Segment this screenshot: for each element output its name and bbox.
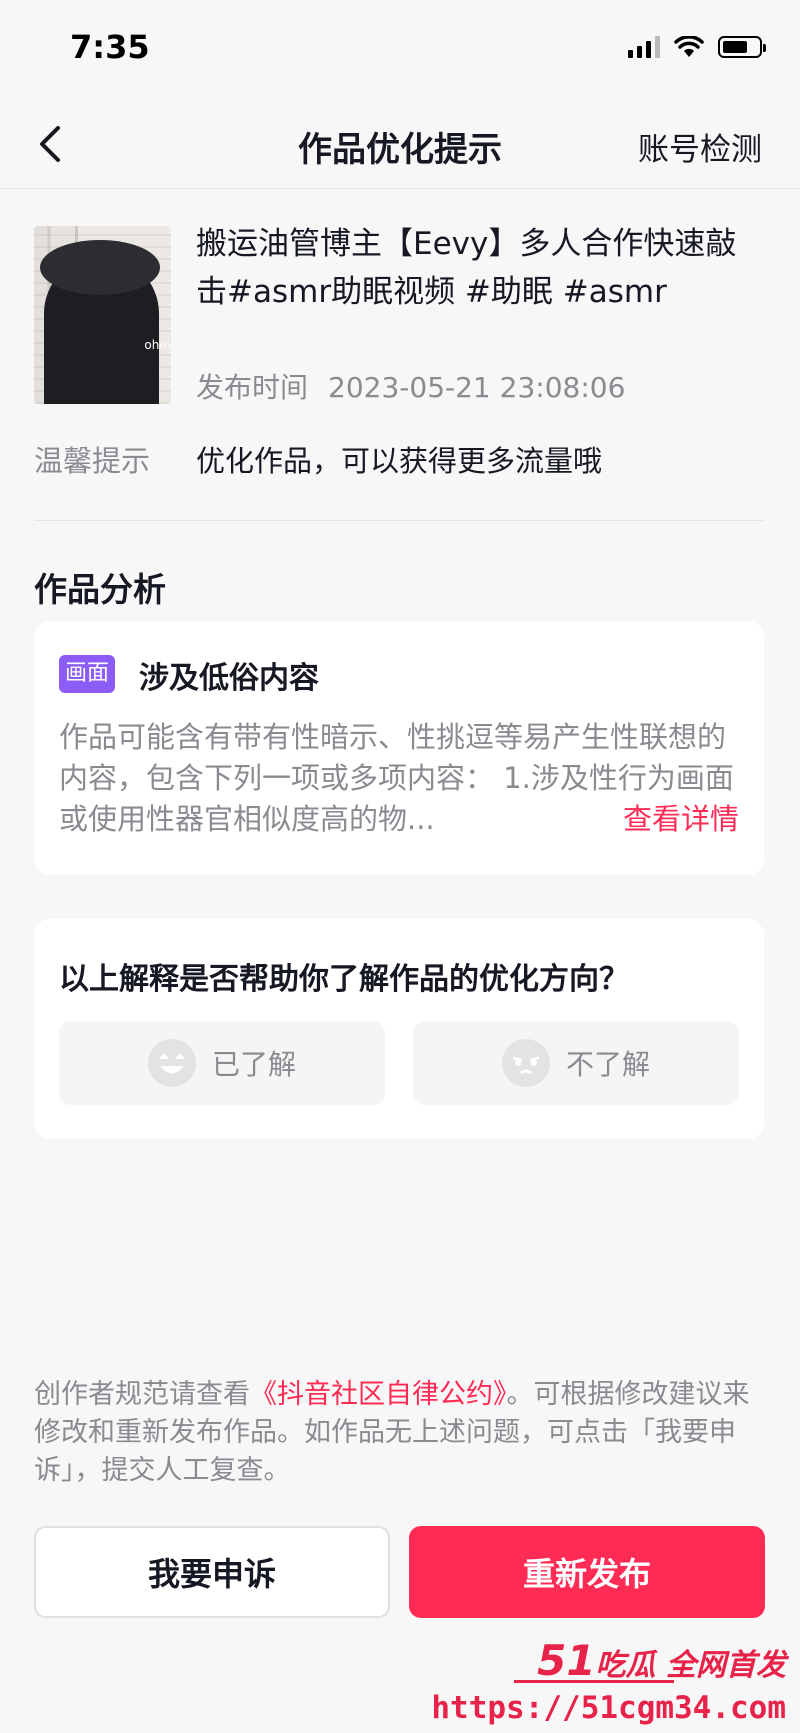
cellular-signal-icon	[628, 36, 660, 58]
site-watermark: 51吃瓜 全网首发 https://51cgm34.com	[431, 1636, 794, 1731]
watermark-logo-number: 51	[537, 1636, 596, 1685]
view-details-link[interactable]: 查看详情	[623, 799, 739, 840]
top-nav-bar: 作品优化提示 账号检测	[0, 100, 800, 189]
status-time: 7:35	[70, 28, 150, 66]
publish-time-row: 发布时间 2023-05-21 23:08:06	[196, 366, 625, 406]
status-icons	[628, 36, 766, 58]
not-understood-label: 不了解	[565, 1048, 650, 1081]
watermark-logo: 51吃瓜 全网首发	[537, 1636, 786, 1685]
feedback-question: 以上解释是否帮助你了解作品的优化方向？	[59, 962, 629, 997]
sad-face-icon	[501, 1039, 550, 1087]
wifi-icon	[674, 36, 704, 57]
tip-label: 温馨提示	[34, 444, 151, 478]
video-title: 搬运油管博主【Eevy】多人合作快速敲击#asmr助眠视频 #助眠 #asmr	[196, 226, 737, 310]
happy-face-icon	[147, 1039, 196, 1087]
video-thumbnail[interactable]: ohm	[34, 226, 171, 404]
divider	[34, 520, 764, 521]
not-understood-button[interactable]: 不了解	[413, 1021, 739, 1105]
account-check-link[interactable]: 账号检测	[638, 124, 762, 169]
tip-text: 优化作品，可以获得更多流量哦	[196, 444, 603, 478]
category-tag: 画面	[59, 655, 115, 693]
status-bar: 7:35	[0, 0, 800, 100]
thumbnail-watermark: ohm	[144, 338, 171, 352]
appeal-button[interactable]: 我要申诉	[34, 1526, 390, 1618]
tip-row: 温馨提示 优化作品，可以获得更多流量哦	[34, 438, 602, 480]
section-title: 作品分析	[34, 570, 166, 609]
battery-icon	[718, 36, 766, 58]
understood-label: 已了解	[211, 1048, 296, 1081]
issue-title: 涉及低俗内容	[139, 661, 319, 696]
republish-button[interactable]: 重新发布	[409, 1526, 765, 1618]
publish-time-label: 发布时间	[196, 371, 309, 404]
watermark-logo-text: 吃瓜 全网首发	[595, 1648, 786, 1683]
analysis-card: 画面 涉及低俗内容 作品可能含有带有性暗示、性挑逗等易产生性联想的内容，包含下列…	[34, 621, 764, 875]
watermark-url: https://51cgm34.com	[431, 1690, 786, 1726]
community-convention-link[interactable]: 《抖音社区自律公约》	[250, 1379, 507, 1410]
understood-button[interactable]: 已了解	[59, 1021, 385, 1105]
footer-note-prefix: 创作者规范请查看	[34, 1379, 250, 1410]
publish-time-value: 2023-05-21 23:08:06	[328, 371, 626, 404]
footer-note: 创作者规范请查看《抖音社区自律公约》。可根据修改建议来修改和重新发布作品。如作品…	[34, 1376, 764, 1490]
feedback-card: 以上解释是否帮助你了解作品的优化方向？ 已了解 不了解	[34, 919, 764, 1139]
watermark-underline	[514, 1680, 674, 1683]
